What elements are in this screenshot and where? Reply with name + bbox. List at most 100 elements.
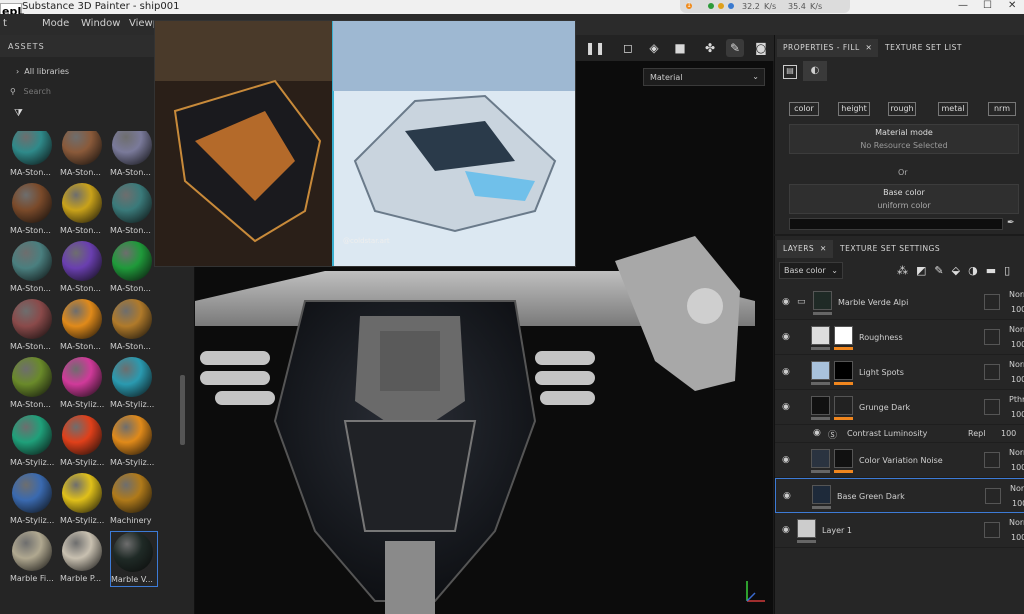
blend-mode[interactable]: Norm (1009, 290, 1024, 299)
asset-tile[interactable]: MA-Ston... (60, 299, 108, 355)
screenshot-icon[interactable]: ◙ (752, 39, 770, 57)
minimize-icon[interactable]: — (958, 0, 968, 11)
blend-mode[interactable]: Norm (1009, 518, 1024, 527)
fill-settings-icon[interactable]: ▤ (783, 65, 797, 79)
asset-tile[interactable]: Marble P... (60, 531, 108, 587)
mask-icon[interactable]: ◑ (968, 264, 986, 277)
asset-tile[interactable]: MA-Ston... (60, 131, 108, 181)
layer-mask-slot[interactable] (984, 329, 1000, 345)
layer-mask-slot[interactable] (984, 522, 1000, 538)
blend-mode[interactable]: Norm (1009, 325, 1024, 334)
folder-icon[interactable]: ▭ (797, 297, 807, 307)
visibility-eye-icon[interactable]: ◉ (782, 297, 792, 307)
opacity-value[interactable]: 100 (1011, 410, 1024, 419)
layer-row[interactable]: ◉ Light Spots Norm 100 (775, 355, 1024, 390)
asset-tile[interactable]: MA-Ston... (10, 183, 58, 239)
asset-tile-selected[interactable]: Marble V... (110, 531, 158, 587)
selection-mode-icon[interactable]: ◻ (619, 39, 637, 57)
opacity-value[interactable]: 100 (1011, 533, 1024, 542)
search-input[interactable]: ⚲ Search (10, 87, 150, 103)
blend-mode[interactable]: Norm (1009, 448, 1024, 457)
maximize-icon[interactable]: ☐ (983, 0, 992, 11)
paint-layer-icon[interactable]: ✎ (934, 264, 951, 277)
pause-icon[interactable]: ❚❚ (585, 39, 605, 57)
layer-row[interactable]: ◉ ▭ Marble Verde Alpi Norm 100 (775, 285, 1024, 320)
base-color-box[interactable]: Base color uniform color (789, 184, 1019, 214)
asset-tile[interactable]: MA-Ston... (10, 241, 58, 297)
folder-icon[interactable]: ▬ (986, 264, 1004, 277)
particles-icon[interactable]: ✤ (701, 39, 719, 57)
visibility-eye-icon[interactable]: ◉ (782, 402, 792, 412)
asset-tile[interactable]: MA-Styliz... (60, 473, 108, 529)
mask-thumbnail[interactable] (834, 449, 853, 468)
tab-layers[interactable]: LAYERS ✕ (777, 240, 833, 258)
layer-row[interactable]: ◉ Grunge Dark Pthr 100 (775, 390, 1024, 425)
blend-mode[interactable]: Norm (1010, 484, 1024, 493)
channel-rough[interactable]: rough (888, 102, 916, 116)
asset-tile[interactable]: MA-Ston... (110, 241, 158, 297)
opacity-value[interactable]: 100 (1011, 305, 1024, 314)
layer-mask-slot[interactable] (985, 488, 1001, 504)
filter-row[interactable]: ◉ Ⓢ Contrast Luminosity Repl 100 (775, 425, 1024, 443)
blend-mode[interactable]: Norm (1009, 360, 1024, 369)
visibility-eye-icon[interactable]: ◉ (782, 455, 792, 465)
layer-mask-slot[interactable] (984, 452, 1000, 468)
effect-icon[interactable]: ◩ (916, 264, 934, 277)
magic-wand-icon[interactable]: ⁂ (897, 264, 916, 277)
close-icon[interactable]: ✕ (1008, 0, 1016, 11)
opacity-value[interactable]: 100 (1011, 340, 1024, 349)
visibility-eye-icon[interactable]: ◉ (783, 491, 793, 501)
channel-select[interactable]: Base color ⌄ (779, 262, 843, 279)
asset-tile[interactable]: MA-Styliz... (10, 473, 58, 529)
asset-tile[interactable]: MA-Ston... (110, 299, 158, 355)
tab-texture-set-list[interactable]: TEXTURE SET LIST (879, 39, 968, 57)
asset-tile[interactable]: MA-Ston... (110, 183, 158, 239)
channel-color[interactable]: color (789, 102, 819, 116)
tab-texture-set-settings[interactable]: TEXTURE SET SETTINGS (834, 240, 946, 258)
close-tab-icon[interactable]: ✕ (820, 244, 827, 253)
asset-tile[interactable]: Marble Fi... (10, 531, 58, 587)
filter-icon[interactable]: ⧩ (14, 108, 23, 119)
layer-row-selected[interactable]: ◉ Base Green Dark Norm 100 (775, 478, 1024, 513)
material-mode-box[interactable]: Material mode No Resource Selected (789, 124, 1019, 154)
opacity-value[interactable]: 100 (1001, 429, 1016, 438)
asset-tile[interactable]: MA-Styliz... (60, 357, 108, 413)
asset-tile[interactable]: MA-Styliz... (110, 357, 158, 413)
color-swatch[interactable] (789, 218, 1003, 230)
menu-item-mode[interactable]: Mode (42, 18, 69, 29)
layer-mask-slot[interactable] (984, 399, 1000, 415)
blend-mode[interactable]: Repl (968, 429, 985, 438)
mask-thumbnail[interactable] (834, 396, 853, 415)
channel-nrm[interactable]: nrm (988, 102, 1016, 116)
visibility-eye-icon[interactable]: ◉ (782, 332, 792, 342)
asset-tile[interactable]: MA-Ston... (60, 183, 108, 239)
opacity-value[interactable]: 100 (1011, 463, 1024, 472)
menu-item-window[interactable]: Window (81, 18, 120, 29)
eyedropper-icon[interactable]: ✒ (1007, 218, 1015, 228)
channel-metal[interactable]: metal (938, 102, 968, 116)
menu-item-edit[interactable]: t (3, 18, 7, 29)
close-tab-icon[interactable]: ✕ (866, 43, 873, 52)
asset-tile[interactable]: MA-Styliz... (60, 415, 108, 471)
visibility-eye-icon[interactable]: ◉ (782, 367, 792, 377)
assets-scrollbar[interactable] (180, 375, 185, 445)
library-selector[interactable]: › All libraries (16, 67, 69, 76)
asset-tile[interactable]: MA-Ston... (10, 357, 58, 413)
opacity-value[interactable]: 100 (1012, 499, 1024, 508)
mask-thumbnail[interactable] (834, 361, 853, 380)
asset-tile[interactable]: Machinery (110, 473, 158, 529)
asset-tile[interactable]: MA-Ston... (110, 131, 158, 181)
mask-thumbnail[interactable] (834, 326, 853, 345)
cube-icon[interactable]: ◈ (645, 39, 663, 57)
blend-mode[interactable]: Pthr (1009, 395, 1024, 404)
asset-tile[interactable]: MA-Styliz... (110, 415, 158, 471)
layer-row[interactable]: ◉ Color Variation Noise Norm 100 (775, 443, 1024, 478)
camera-icon[interactable]: ■ (671, 39, 689, 57)
layer-row[interactable]: ◉ Roughness Norm 100 (775, 320, 1024, 355)
layer-row[interactable]: ◉ Layer 1 Norm 100 (775, 513, 1024, 548)
channel-height[interactable]: height (838, 102, 870, 116)
viewport-material-select[interactable]: Material ⌄ (643, 68, 765, 86)
fill-layer-icon[interactable]: ⬙ (952, 264, 968, 277)
opacity-value[interactable]: 100 (1011, 375, 1024, 384)
layer-mask-slot[interactable] (984, 294, 1000, 310)
